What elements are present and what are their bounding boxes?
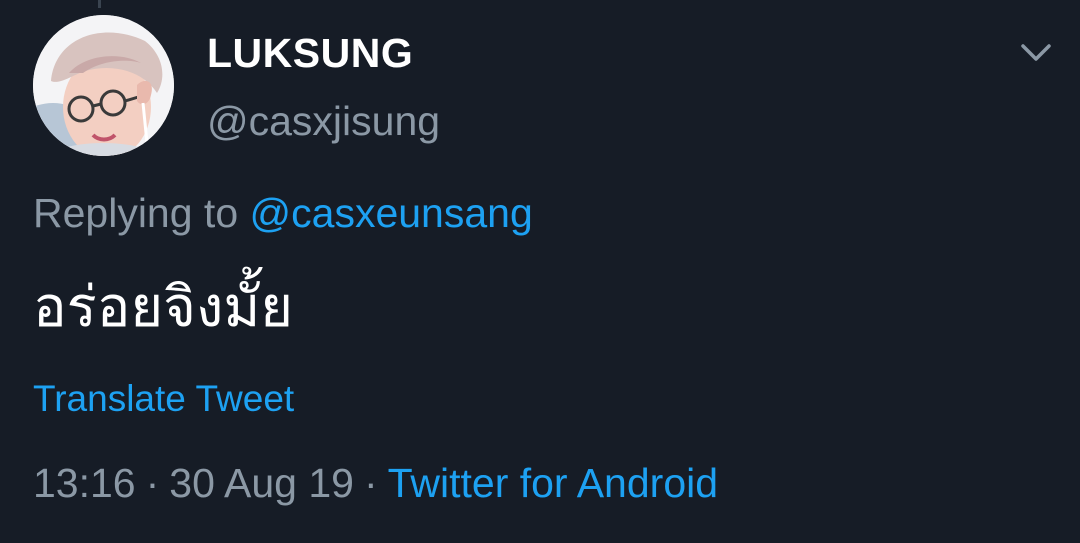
replying-to-handle-link[interactable]: @casxeunsang bbox=[250, 190, 533, 236]
chevron-down-icon bbox=[1021, 44, 1051, 61]
replying-to-line: Replying to @casxeunsang bbox=[33, 190, 533, 237]
thread-connector-line bbox=[98, 0, 101, 8]
tweet-text: อร่อยจิงมั้ย bbox=[33, 275, 294, 340]
author-display-name[interactable]: LUKSUNG bbox=[207, 30, 413, 77]
translate-tweet-link[interactable]: Translate Tweet bbox=[33, 378, 294, 420]
tweet-metadata: 13:16 · 30 Aug 19 · Twitter for Android bbox=[33, 460, 718, 507]
author-handle[interactable]: @casxjisung bbox=[207, 98, 440, 145]
metadata-separator: · bbox=[145, 460, 160, 506]
replying-to-label: Replying to bbox=[33, 190, 239, 236]
tweet-time: 13:16 bbox=[33, 460, 136, 506]
tweet-source-link[interactable]: Twitter for Android bbox=[388, 460, 718, 506]
avatar[interactable] bbox=[33, 15, 174, 156]
tweet-date: 30 Aug 19 bbox=[169, 460, 354, 506]
metadata-separator: · bbox=[363, 460, 378, 506]
tweet-menu-button[interactable] bbox=[1016, 36, 1056, 68]
tweet-detail: LUKSUNG @casxjisung Replying to @casxeun… bbox=[0, 0, 1080, 543]
avatar-image bbox=[33, 15, 174, 156]
